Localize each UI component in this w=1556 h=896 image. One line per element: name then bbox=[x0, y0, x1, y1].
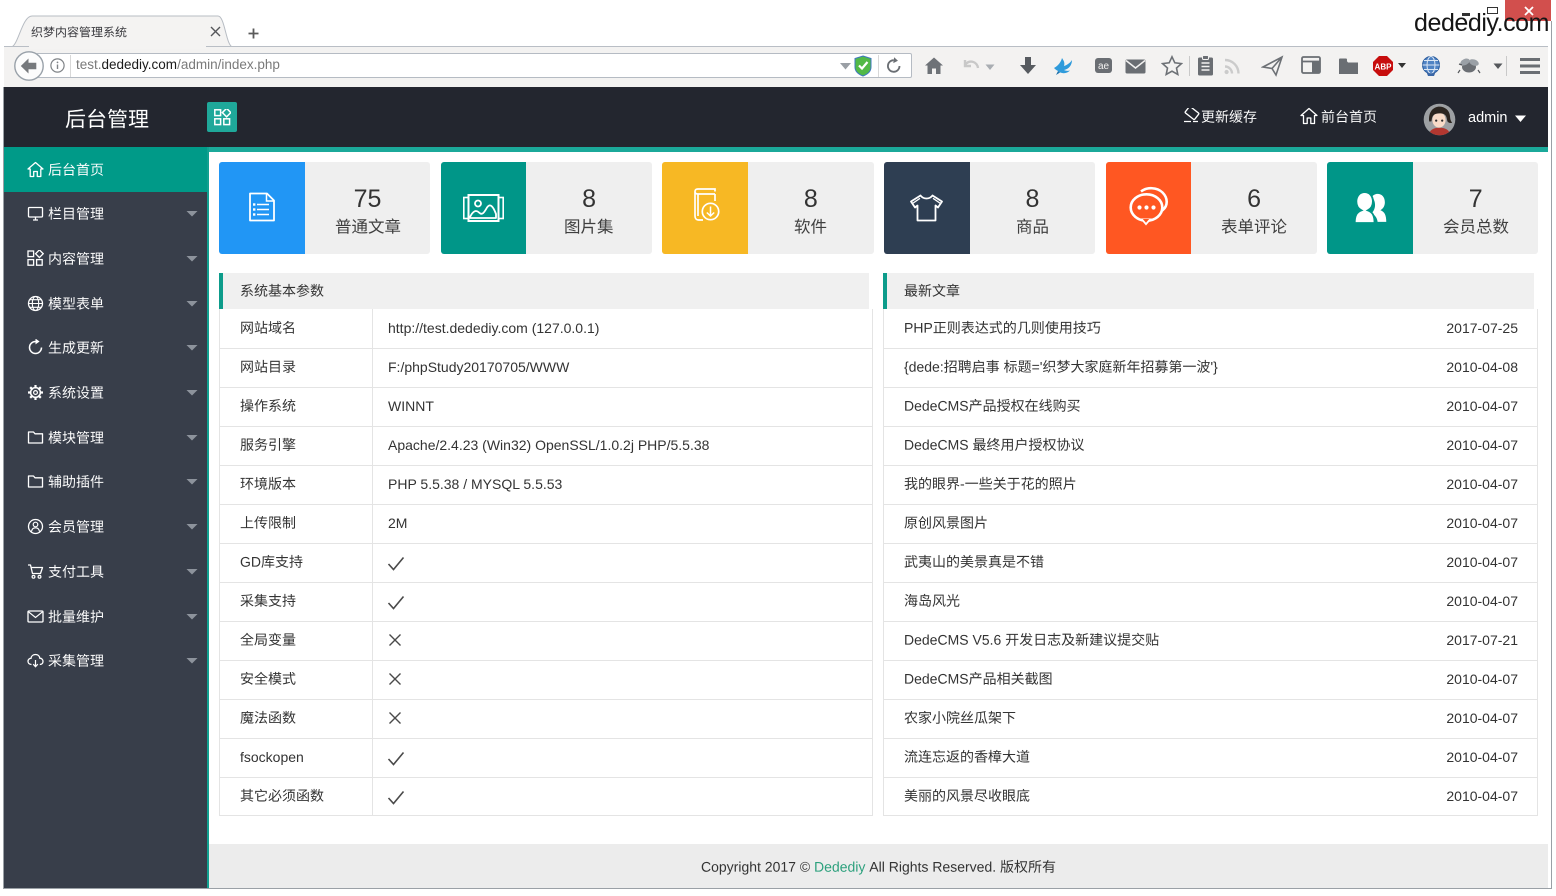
svg-text:ae: ae bbox=[1098, 61, 1110, 72]
svg-text:ABP: ABP bbox=[1375, 63, 1393, 72]
